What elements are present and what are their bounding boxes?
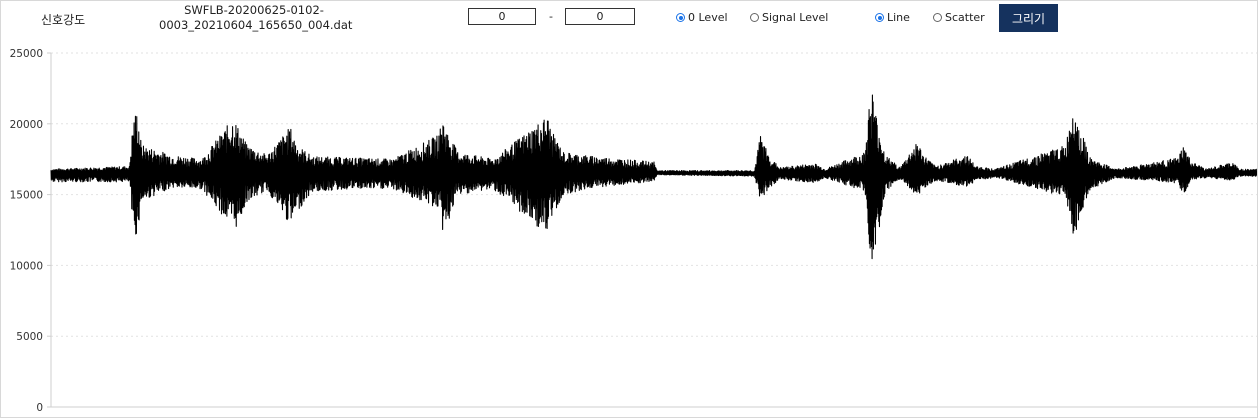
y-tick-label: 20000 [10, 119, 43, 131]
y-tick-label: 5000 [16, 331, 43, 343]
signal-chart: 25000 20000 15000 10000 5000 0 [10, 48, 1257, 414]
radio-scatter[interactable]: Scatter [933, 11, 985, 24]
radio-scatter-dot[interactable] [933, 13, 942, 22]
radio-line-label: Line [887, 11, 910, 24]
toolbar: 신호강도 SWFLB-20200625-0102- 0003_20210604_… [1, 1, 1258, 41]
signal-series-line [50, 94, 1257, 260]
radio-zero-level-dot[interactable] [676, 13, 685, 22]
y-axis-ticks: 25000 20000 15000 10000 5000 0 [10, 48, 51, 414]
file-name-line-1: SWFLB-20200625-0102- [184, 3, 324, 17]
range-separator: - [549, 10, 553, 23]
radio-scatter-label: Scatter [945, 11, 985, 24]
range-end-input[interactable] [565, 8, 635, 25]
file-name: SWFLB-20200625-0102- 0003_20210604_16565… [159, 3, 353, 33]
range-start-input[interactable] [468, 8, 536, 25]
radio-zero-level[interactable]: 0 Level [676, 11, 728, 24]
radio-line[interactable]: Line [875, 11, 910, 24]
draw-button[interactable]: 그리기 [999, 4, 1058, 32]
radio-line-dot[interactable] [875, 13, 884, 22]
file-name-line-2: 0003_20210604_165650_004.dat [159, 18, 353, 32]
y-tick-label: 10000 [10, 260, 43, 272]
y-tick-label: 15000 [10, 190, 43, 202]
radio-signal-level-label: Signal Level [762, 11, 829, 24]
radio-signal-level[interactable]: Signal Level [750, 11, 828, 24]
radio-zero-level-label: 0 Level [688, 11, 728, 24]
y-tick-label: 0 [36, 402, 43, 414]
signal-strength-label: 신호강도 [41, 13, 86, 27]
radio-signal-level-dot[interactable] [750, 13, 759, 22]
y-tick-label: 25000 [10, 48, 43, 60]
